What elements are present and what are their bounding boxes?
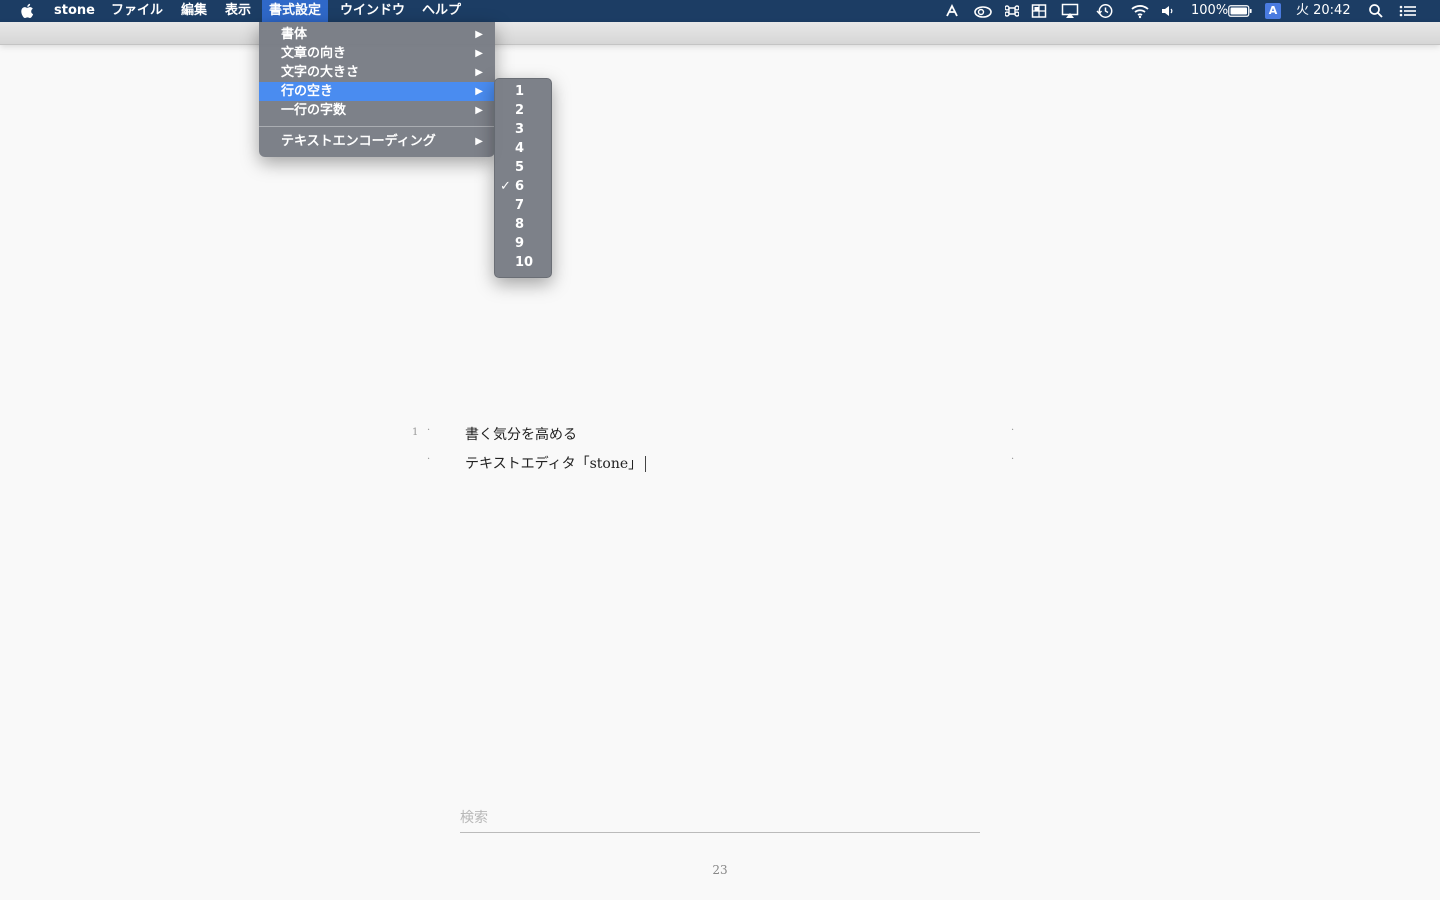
menu-item-label: 行の空き (281, 84, 334, 99)
menu-item-label: 文章の向き (281, 46, 347, 61)
document-line-with-caret[interactable]: テキストエディタ「stone」 (465, 453, 647, 473)
menu-view[interactable]: 表示 (225, 0, 251, 22)
wifi-icon[interactable] (1130, 3, 1150, 19)
menu-item-text-direction[interactable]: 文章の向き ▶ (259, 44, 495, 63)
option-label: 5 (515, 160, 525, 175)
text-caret (645, 456, 647, 472)
window-toolbar (0, 22, 1440, 45)
menu-item-label: 一行の字数 (281, 103, 347, 118)
submenu-arrow-icon: ▶ (475, 136, 483, 147)
menu-edit[interactable]: 編集 (181, 0, 207, 22)
menu-window[interactable]: ウインドウ (340, 0, 405, 22)
option-label: 6 (515, 179, 525, 194)
time-machine-icon[interactable] (1096, 3, 1114, 19)
checkmark-icon: ✓ (500, 179, 511, 194)
menu-file[interactable]: ファイル (111, 0, 163, 22)
option-label: 3 (515, 122, 525, 137)
line-spacing-option-2[interactable]: 2 (495, 101, 551, 120)
menu-help[interactable]: ヘルプ (422, 0, 461, 22)
menu-bar: stone ファイル 編集 表示 書式設定 ウインドウ ヘルプ 100% A 火… (0, 0, 1440, 22)
submenu-arrow-icon: ▶ (475, 105, 483, 116)
option-label: 8 (515, 217, 525, 232)
search-input[interactable] (460, 806, 980, 830)
line-marker: · (427, 425, 431, 436)
line-spacing-option-7[interactable]: 7 (495, 196, 551, 215)
battery-percent: 100% (1191, 3, 1229, 18)
line-spacing-option-6[interactable]: ✓ 6 (495, 177, 551, 196)
command-icon[interactable] (1005, 3, 1019, 19)
submenu-arrow-icon: ▶ (475, 67, 483, 78)
app-menu-stone[interactable]: stone (54, 0, 95, 22)
page-number: 23 (712, 863, 728, 877)
menubar-clock[interactable]: 火 20:42 (1296, 0, 1351, 22)
menu-item-line-spacing[interactable]: 行の空き ▶ (259, 82, 495, 101)
line-end-marker: · (1011, 454, 1015, 465)
menu-item-font-size[interactable]: 文字の大きさ ▶ (259, 63, 495, 82)
line-end-marker: · (1011, 425, 1015, 436)
line-spacing-option-3[interactable]: 3 (495, 120, 551, 139)
submenu-arrow-icon: ▶ (475, 29, 483, 40)
search-bar (460, 806, 980, 833)
submenu-arrow-icon: ▶ (475, 86, 483, 97)
display-icon[interactable] (1031, 3, 1047, 19)
menu-item-text-encoding[interactable]: テキストエンコーディング ▶ (259, 132, 495, 151)
menu-item-label: 文字の大きさ (281, 65, 360, 80)
menu-item-font[interactable]: 書体 ▶ (259, 25, 495, 44)
input-source-icon[interactable]: A (1265, 3, 1281, 19)
document-line[interactable]: 書く気分を高める (465, 424, 577, 444)
script-icon[interactable] (944, 3, 960, 19)
menu-item-label: テキストエンコーディング (281, 134, 436, 149)
line-spacing-option-5[interactable]: 5 (495, 158, 551, 177)
line-number: 1 (412, 427, 419, 438)
option-label: 2 (515, 103, 525, 118)
format-menu: 書体 ▶ 文章の向き ▶ 文字の大きさ ▶ 行の空き ▶ 一行の字数 ▶ テキス… (259, 22, 495, 157)
line-marker: · (427, 454, 431, 465)
menu-item-chars-per-line[interactable]: 一行の字数 ▶ (259, 101, 495, 120)
submenu-arrow-icon: ▶ (475, 48, 483, 59)
menu-item-label: 書体 (281, 27, 308, 42)
line-spacing-option-9[interactable]: 9 (495, 234, 551, 253)
notification-center-icon[interactable] (1398, 3, 1418, 19)
option-label: 7 (515, 198, 525, 213)
battery-icon[interactable] (1228, 5, 1252, 17)
option-label: 10 (515, 255, 534, 270)
spotlight-icon[interactable] (1368, 3, 1384, 19)
document-line-text[interactable]: テキストエディタ「stone」 (465, 456, 642, 472)
apple-icon (21, 3, 34, 19)
creative-cloud-icon[interactable] (973, 3, 993, 19)
airplay-icon[interactable] (1061, 3, 1079, 19)
apple-menu[interactable] (20, 0, 36, 22)
menu-separator (259, 126, 495, 127)
volume-icon[interactable] (1160, 3, 1176, 19)
line-spacing-option-8[interactable]: 8 (495, 215, 551, 234)
option-label: 4 (515, 141, 525, 156)
line-spacing-option-10[interactable]: 10 (495, 253, 551, 272)
option-label: 9 (515, 236, 525, 251)
menu-format[interactable]: 書式設定 (262, 0, 329, 22)
line-spacing-option-4[interactable]: 4 (495, 139, 551, 158)
option-label: 1 (515, 84, 525, 99)
line-spacing-submenu: 1 2 3 4 5 ✓ 6 7 8 9 10 (494, 78, 552, 278)
line-spacing-option-1[interactable]: 1 (495, 82, 551, 101)
